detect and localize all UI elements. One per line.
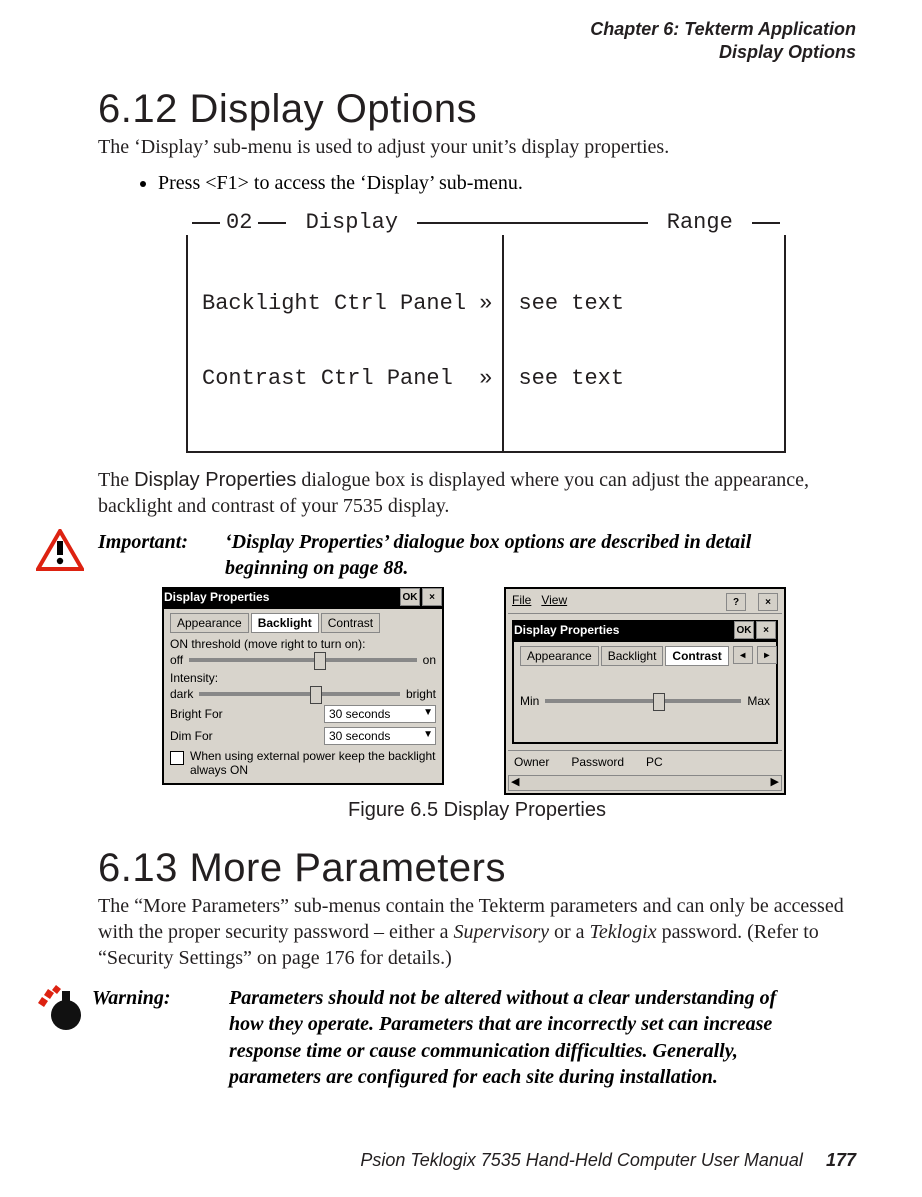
menu-row-left: Backlight Ctrl Panel » bbox=[202, 291, 492, 316]
important-label: Important: bbox=[98, 529, 220, 555]
submenu-diagram: 02 Display Range Backlight Ctrl Panel » … bbox=[186, 210, 786, 453]
slider-min-label: Min bbox=[520, 694, 539, 708]
tab-backlight[interactable]: Backlight bbox=[601, 646, 664, 666]
dim-for-dropdown[interactable]: 30 seconds bbox=[324, 727, 436, 745]
slider-dark-label: dark bbox=[170, 687, 193, 701]
running-head-chapter: Chapter 6: Tekterm Application bbox=[98, 18, 856, 41]
bright-for-dropdown[interactable]: 30 seconds bbox=[324, 705, 436, 723]
warning-body: Parameters should not be altered without… bbox=[229, 985, 809, 1091]
tab-backlight[interactable]: Backlight bbox=[251, 613, 319, 633]
threshold-slider[interactable] bbox=[189, 658, 417, 662]
warning-icon bbox=[36, 985, 92, 1036]
bottom-owner[interactable]: Owner bbox=[514, 755, 549, 769]
screenshot-contrast: File View ? × Display Properties OK × bbox=[504, 587, 786, 795]
win2-title: Display Properties bbox=[514, 623, 619, 637]
threshold-label: ON threshold (move right to turn on): bbox=[170, 637, 436, 651]
intensity-slider[interactable] bbox=[199, 692, 400, 696]
slider-on-label: on bbox=[423, 653, 436, 667]
ok-button[interactable]: OK bbox=[400, 588, 420, 606]
figure-caption: Figure 6.5 Display Properties bbox=[98, 799, 856, 822]
slider-bright-label: bright bbox=[406, 687, 436, 701]
section-6-12-para2: The Display Properties dialogue box is d… bbox=[98, 467, 856, 519]
important-body: ‘Display Properties’ dialogue box option… bbox=[225, 529, 815, 581]
section-6-13-title: 6.13 More Parameters bbox=[98, 846, 856, 891]
bright-for-label: Bright For bbox=[170, 707, 223, 721]
bottom-pc[interactable]: PC bbox=[646, 755, 663, 769]
menu-row-left: Contrast Ctrl Panel » bbox=[202, 366, 492, 391]
menu-row-right: see text bbox=[518, 366, 774, 391]
warning-label: Warning: bbox=[92, 985, 224, 1011]
slider-max-label: Max bbox=[747, 694, 770, 708]
tab-scroll-left-icon[interactable]: ◂ bbox=[733, 646, 753, 664]
close-icon[interactable]: × bbox=[758, 593, 778, 611]
external-power-label: When using external power keep the backl… bbox=[190, 749, 436, 777]
close-icon[interactable]: × bbox=[422, 588, 442, 606]
menu-legend-range: Range bbox=[667, 210, 733, 235]
dim-for-label: Dim For bbox=[170, 729, 213, 743]
horizontal-scrollbar[interactable] bbox=[508, 775, 782, 791]
important-icon bbox=[36, 529, 92, 576]
tab-contrast[interactable]: Contrast bbox=[665, 646, 728, 666]
section-6-12-bullet: Press <F1> to access the ‘Display’ sub-m… bbox=[158, 170, 856, 196]
win1-title: Display Properties bbox=[164, 590, 269, 604]
menu-legend-num: 02 bbox=[226, 210, 252, 235]
screenshot-backlight: Display Properties OK × Appearance Backl… bbox=[162, 587, 444, 795]
footer-page: 177 bbox=[826, 1150, 856, 1170]
close-icon[interactable]: × bbox=[756, 621, 776, 639]
contrast-slider[interactable] bbox=[545, 699, 741, 703]
external-power-checkbox[interactable] bbox=[170, 751, 184, 765]
bottom-password[interactable]: Password bbox=[571, 755, 624, 769]
menu-row-right: see text bbox=[518, 291, 774, 316]
running-head-section: Display Options bbox=[98, 41, 856, 64]
tab-appearance[interactable]: Appearance bbox=[520, 646, 599, 666]
slider-off-label: off bbox=[170, 653, 183, 667]
section-6-13-para: The “More Parameters” sub-menus contain … bbox=[98, 893, 856, 971]
menu-view[interactable]: View bbox=[541, 593, 567, 611]
tab-contrast[interactable]: Contrast bbox=[321, 613, 380, 633]
footer-book: Psion Teklogix 7535 Hand-Held Computer U… bbox=[360, 1150, 803, 1170]
section-6-12-title: 6.12 Display Options bbox=[98, 87, 856, 132]
intensity-label: Intensity: bbox=[170, 671, 436, 685]
help-icon[interactable]: ? bbox=[726, 593, 746, 611]
section-6-12-intro: The ‘Display’ sub-menu is used to adjust… bbox=[98, 134, 856, 160]
tab-appearance[interactable]: Appearance bbox=[170, 613, 249, 633]
menu-legend-title: Display bbox=[306, 210, 398, 235]
menu-file[interactable]: File bbox=[512, 593, 531, 611]
ok-button[interactable]: OK bbox=[734, 621, 754, 639]
tab-scroll-right-icon[interactable]: ▸ bbox=[757, 646, 777, 664]
